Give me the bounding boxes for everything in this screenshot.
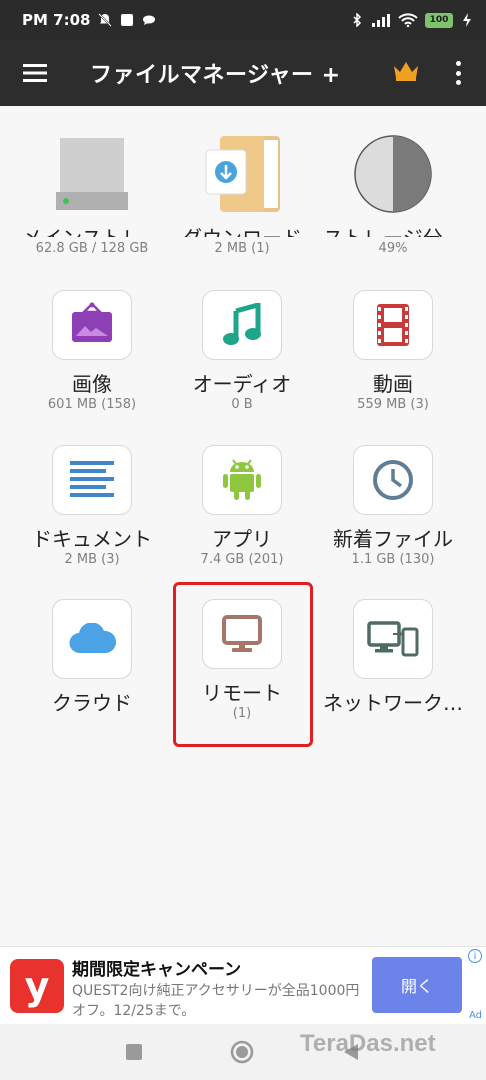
tile-label: 動画 xyxy=(373,371,413,393)
more-options-button[interactable] xyxy=(446,58,470,88)
ad-tag: Ad xyxy=(468,1010,482,1021)
android-icon xyxy=(202,445,282,515)
ad-title: 期間限定キャンペーン xyxy=(72,960,242,980)
tile-label: ストレージ分… xyxy=(323,222,463,237)
app-title: ファイルマネージャー + xyxy=(90,63,341,88)
app-bar: ファイルマネージャー + xyxy=(0,40,486,106)
tile-images[interactable]: 画像 601 MB (158) xyxy=(17,262,167,412)
crown-icon xyxy=(394,62,418,81)
tile-label: リモート xyxy=(202,680,282,702)
film-icon xyxy=(353,290,433,360)
tile-main-storage[interactable]: メインストレ… 62.8 GB / 128 GB xyxy=(17,106,167,256)
image-icon xyxy=(52,290,132,360)
tile-label: 画像 xyxy=(72,371,112,393)
tile-downloads[interactable]: ダウンロード 2 MB (1) xyxy=(167,106,317,256)
tile-sub: 0 B xyxy=(231,397,253,412)
download-folder-icon xyxy=(202,134,282,214)
tile-sub: 49% xyxy=(378,241,408,256)
home-circle-icon[interactable] xyxy=(230,1040,254,1064)
system-nav-bar xyxy=(0,1024,486,1080)
menu-button[interactable] xyxy=(0,40,70,106)
recents-square-icon[interactable] xyxy=(126,1044,142,1060)
tile-sub: 7.4 GB (201) xyxy=(200,552,284,567)
tile-label: クラウド xyxy=(52,691,132,715)
tile-sub: 559 MB (3) xyxy=(357,397,429,412)
tile-label: メインストレ… xyxy=(22,222,162,237)
tile-video[interactable]: 動画 559 MB (3) xyxy=(318,262,468,412)
hamburger-menu-icon xyxy=(23,64,47,82)
more-dot-icon xyxy=(455,70,461,76)
tile-documents[interactable]: ドキュメント 2 MB (3) xyxy=(17,417,167,567)
back-triangle-icon[interactable] xyxy=(342,1042,360,1062)
tile-label: ドキュメント xyxy=(32,526,152,548)
tile-network[interactable]: ネットワーク… xyxy=(318,571,468,721)
wifi-icon xyxy=(398,13,418,27)
premium-button[interactable] xyxy=(392,60,420,86)
ad-info-icon[interactable]: i xyxy=(468,949,482,963)
status-time: PM 7:08 xyxy=(22,11,91,29)
tile-label: アプリ xyxy=(212,526,272,548)
ad-banner[interactable]: y 期間限定キャンペーン QUEST2向け純正アクセサリーが全品1000円オフ。… xyxy=(0,946,486,1024)
ad-logo: y xyxy=(10,959,64,1013)
battery-indicator: 100 xyxy=(425,12,453,28)
tile-sub: 601 MB (158) xyxy=(47,397,137,412)
tile-label: ネットワーク… xyxy=(323,691,463,715)
status-bar: PM 7:08 100 xyxy=(0,0,486,40)
tile-apps[interactable]: アプリ 7.4 GB (201) xyxy=(167,417,317,567)
more-dot-icon xyxy=(455,61,461,66)
storage-pie-icon xyxy=(353,134,433,214)
tile-remote[interactable]: リモート (1) xyxy=(167,571,317,721)
tile-recent-files[interactable]: 新着ファイル 1.1 GB (130) xyxy=(318,417,468,567)
network-devices-icon xyxy=(353,599,433,679)
clock-icon xyxy=(353,445,433,515)
tile-sub: (1) xyxy=(232,706,252,721)
app-notification-icon xyxy=(121,14,134,26)
tile-storage-analysis[interactable]: ストレージ分… 49% xyxy=(318,106,468,256)
bluetooth-icon xyxy=(353,13,362,27)
notifications-off-icon xyxy=(98,13,113,27)
hard-drive-icon xyxy=(52,134,132,214)
tile-cloud[interactable]: クラウド xyxy=(17,571,167,721)
document-icon xyxy=(52,445,132,515)
monitor-icon xyxy=(202,599,282,669)
more-dot-icon xyxy=(455,80,461,85)
tile-label: 新着ファイル xyxy=(333,526,453,548)
tile-label: ダウンロード xyxy=(182,222,302,237)
tile-sub: 2 MB (1) xyxy=(214,241,270,256)
tile-label: オーディオ xyxy=(192,371,292,393)
tile-sub: 62.8 GB / 128 GB xyxy=(35,241,149,256)
ad-open-button[interactable]: 開く xyxy=(372,957,462,1013)
charging-bolt-icon xyxy=(463,13,471,27)
signal-icon xyxy=(372,14,390,27)
tile-sub: 2 MB (3) xyxy=(64,552,120,567)
ad-description: QUEST2向け純正アクセサリーが全品1000円オフ。12/25まで。 xyxy=(72,983,360,1019)
chat-bubble-icon xyxy=(143,15,156,25)
tile-sub: 1.1 GB (130) xyxy=(351,552,435,567)
music-note-icon xyxy=(202,290,282,360)
tile-audio[interactable]: オーディオ 0 B xyxy=(167,262,317,412)
cloud-icon xyxy=(52,599,132,679)
